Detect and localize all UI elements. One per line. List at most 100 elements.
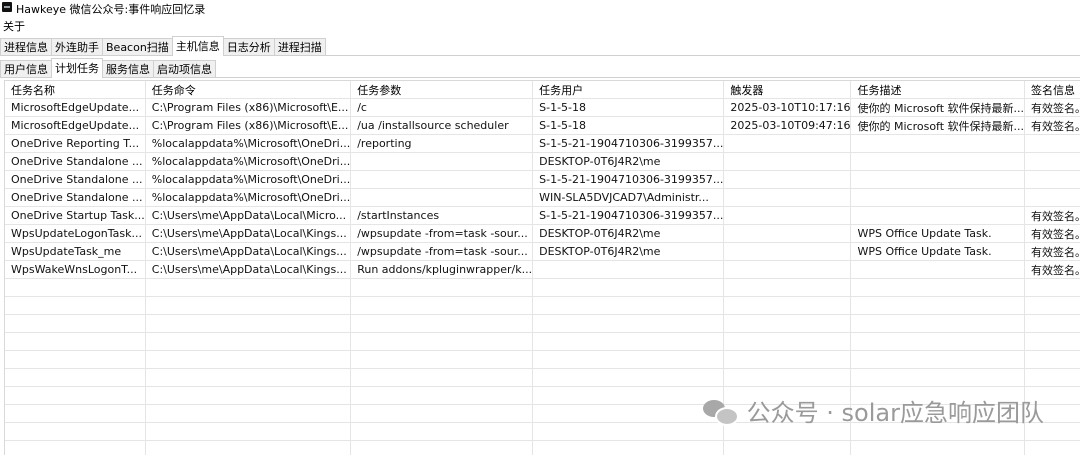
- table-cell: [533, 279, 724, 297]
- table-cell: [145, 297, 350, 315]
- tab-sub-2[interactable]: 服务信息: [102, 60, 154, 78]
- table-cell: [145, 351, 350, 369]
- table-cell: 使你的 Microsoft 软件保持最新...: [851, 117, 1025, 135]
- table-cell: [351, 315, 533, 333]
- empty-row: [5, 315, 1080, 333]
- table-cell: [1025, 333, 1080, 351]
- table-row[interactable]: MicrosoftEdgeUpdate...C:\Program Files (…: [5, 117, 1080, 135]
- table-cell: [851, 135, 1025, 153]
- table-cell: [724, 369, 851, 387]
- table-cell: /wpsupdate -from=task -sour...: [351, 243, 533, 261]
- table-cell: [5, 369, 145, 387]
- column-header[interactable]: 任务名称: [5, 81, 145, 99]
- table-cell: [851, 207, 1025, 225]
- table-cell: [724, 243, 851, 261]
- column-header[interactable]: 任务命令: [145, 81, 350, 99]
- table-cell: OneDrive Reporting T...: [5, 135, 145, 153]
- table-cell: [724, 207, 851, 225]
- main-tab-divider: [0, 55, 1080, 56]
- table-cell: [5, 279, 145, 297]
- table-cell: /ua /installsource scheduler: [351, 117, 533, 135]
- tab-main-5[interactable]: 进程扫描: [274, 38, 326, 56]
- table-cell: OneDrive Startup Task...: [5, 207, 145, 225]
- table-cell: %localappdata%\Microsoft\OneDri...: [145, 189, 350, 207]
- title-bar: Hawkeye 微信公众号:事件响应回忆录: [0, 0, 1080, 16]
- table-cell: [851, 369, 1025, 387]
- table-cell: [5, 315, 145, 333]
- table-cell: /reporting: [351, 135, 533, 153]
- table-row[interactable]: OneDrive Reporting T...%localappdata%\Mi…: [5, 135, 1080, 153]
- tab-main-1[interactable]: 外连助手: [51, 38, 103, 56]
- table-cell: MicrosoftEdgeUpdate...: [5, 117, 145, 135]
- column-header[interactable]: 任务用户: [533, 81, 724, 99]
- table-row[interactable]: WpsWakeWnsLogonT...C:\Users\me\AppData\L…: [5, 261, 1080, 279]
- table-cell: C:\Users\me\AppData\Local\Kings...: [145, 261, 350, 279]
- table-cell: /startInstances: [351, 207, 533, 225]
- table-row[interactable]: OneDrive Startup Task...C:\Users\me\AppD…: [5, 207, 1080, 225]
- table-cell: [5, 333, 145, 351]
- table-cell: [351, 369, 533, 387]
- table-cell: WpsUpdateLogonTask...: [5, 225, 145, 243]
- table-cell: 有效签名。: [1025, 261, 1080, 279]
- table-cell: [533, 441, 724, 455]
- table-row[interactable]: WpsUpdateTask_meC:\Users\me\AppData\Loca…: [5, 243, 1080, 261]
- table-cell: [145, 369, 350, 387]
- table-cell: [724, 351, 851, 369]
- column-header[interactable]: 签名信息: [1025, 81, 1080, 99]
- table-cell: [724, 225, 851, 243]
- table-cell: 有效签名。: [1025, 225, 1080, 243]
- column-header[interactable]: 任务描述: [851, 81, 1025, 99]
- tab-sub-1[interactable]: 计划任务: [51, 58, 103, 78]
- watermark: 公众号 · solar应急响应团队: [703, 393, 1044, 428]
- table-cell: [851, 441, 1025, 455]
- table-cell: [533, 351, 724, 369]
- table-row[interactable]: OneDrive Standalone ...%localappdata%\Mi…: [5, 189, 1080, 207]
- table-row[interactable]: WpsUpdateLogonTask...C:\Users\me\AppData…: [5, 225, 1080, 243]
- table-cell: [724, 279, 851, 297]
- table-cell: [1025, 171, 1080, 189]
- tab-main-4[interactable]: 日志分析: [223, 38, 275, 56]
- table-cell: S-1-5-18: [533, 99, 724, 117]
- table-cell: [1025, 189, 1080, 207]
- table-cell: [351, 405, 533, 423]
- empty-row: [5, 333, 1080, 351]
- table-row[interactable]: OneDrive Standalone ...%localappdata%\Mi…: [5, 171, 1080, 189]
- table-cell: [851, 279, 1025, 297]
- table-row[interactable]: MicrosoftEdgeUpdate...C:\Program Files (…: [5, 99, 1080, 117]
- main-tab-bar: 进程信息外连助手Beacon扫描主机信息日志分析进程扫描: [0, 37, 325, 56]
- table-cell: [533, 297, 724, 315]
- table-cell: OneDrive Standalone ...: [5, 189, 145, 207]
- table-cell: [1025, 369, 1080, 387]
- column-header[interactable]: 任务参数: [351, 81, 533, 99]
- table-cell: S-1-5-21-1904710306-3199357...: [533, 171, 724, 189]
- table-cell: [1025, 279, 1080, 297]
- empty-row: [5, 297, 1080, 315]
- table-cell: [851, 333, 1025, 351]
- table-cell: 有效签名。: [1025, 99, 1080, 117]
- menu-bar: 关于: [0, 17, 1080, 32]
- wechat-icon: [703, 398, 737, 424]
- menu-about[interactable]: 关于: [3, 18, 25, 34]
- table-cell: C:\Program Files (x86)\Microsoft\E...: [145, 99, 350, 117]
- table-cell: 使你的 Microsoft 软件保持最新...: [851, 99, 1025, 117]
- tab-main-2[interactable]: Beacon扫描: [102, 38, 173, 56]
- table-cell: [5, 405, 145, 423]
- table-cell: [351, 171, 533, 189]
- tab-sub-0[interactable]: 用户信息: [0, 60, 52, 78]
- table-cell: [851, 351, 1025, 369]
- tab-main-3[interactable]: 主机信息: [172, 36, 224, 56]
- table-cell: %localappdata%\Microsoft\OneDri...: [145, 135, 350, 153]
- table-row[interactable]: OneDrive Standalone ...%localappdata%\Mi…: [5, 153, 1080, 171]
- table-cell: WpsUpdateTask_me: [5, 243, 145, 261]
- table-cell: [145, 423, 350, 441]
- tab-main-0[interactable]: 进程信息: [0, 38, 52, 56]
- window-title: Hawkeye 微信公众号:事件响应回忆录: [16, 1, 205, 17]
- table-cell: /c: [351, 99, 533, 117]
- column-header[interactable]: 触发器: [724, 81, 851, 99]
- table-cell: Run addons/kpluginwrapper/k...: [351, 261, 533, 279]
- table-cell: [724, 135, 851, 153]
- table-cell: /wpsupdate -from=task -sour...: [351, 225, 533, 243]
- tab-sub-3[interactable]: 启动项信息: [153, 60, 216, 78]
- table-cell: [5, 297, 145, 315]
- empty-row: [5, 351, 1080, 369]
